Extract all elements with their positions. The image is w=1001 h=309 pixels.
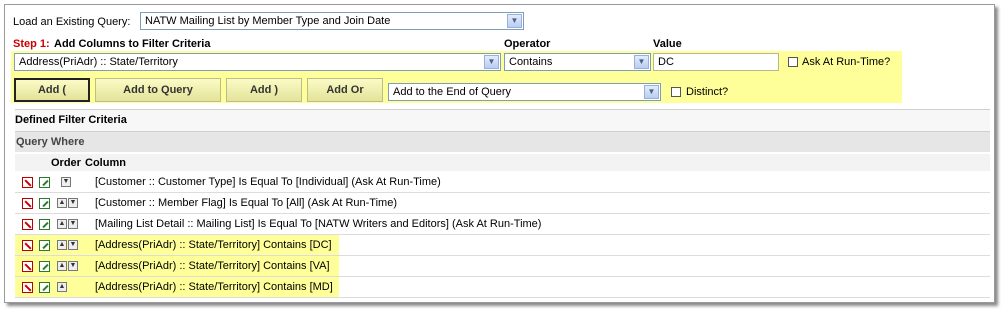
table-row: ▼ [Customer :: Customer Type] Is Equal To… <box>15 172 990 193</box>
move-up-icon[interactable]: ▲ <box>57 282 67 292</box>
edit-icon[interactable] <box>39 282 50 293</box>
column-select[interactable]: Address(PriAdr) :: State/Territory ▼ <box>14 53 501 71</box>
criteria-text: [Customer :: Customer Type] Is Equal To … <box>95 176 441 188</box>
delete-icon[interactable] <box>22 198 33 209</box>
column-header: Column <box>85 157 126 169</box>
edit-icon[interactable] <box>39 177 50 188</box>
ask-runtime-label: Ask At Run-Time? <box>802 56 891 68</box>
move-down-icon[interactable]: ▼ <box>68 240 78 250</box>
value-input[interactable]: DC <box>653 53 779 71</box>
table-row: ▲ ▼ [Address(PriAdr) :: State/Territory] C… <box>15 235 990 256</box>
move-down-icon[interactable]: ▼ <box>68 219 78 229</box>
column-select-value: Address(PriAdr) :: State/Territory <box>19 56 178 68</box>
load-query-select[interactable]: NATW Mailing List by Member Type and Joi… <box>140 12 524 30</box>
delete-icon[interactable] <box>22 240 33 251</box>
delete-icon[interactable] <box>22 282 33 293</box>
distinct-label: Distinct? <box>686 86 729 98</box>
delete-icon[interactable] <box>22 219 33 230</box>
operator-select[interactable]: Contains ▼ <box>504 53 651 71</box>
operator-header: Operator <box>504 38 551 50</box>
defined-criteria-title: Defined Filter Criteria <box>15 114 127 126</box>
move-down-icon[interactable]: ▼ <box>61 177 71 187</box>
add-or-button[interactable]: Add Or <box>307 78 383 102</box>
table-row: ▲ ▼ [Customer :: Member Flag] Is Equal To … <box>15 193 990 214</box>
distinct-checkbox[interactable] <box>671 87 681 97</box>
delete-icon[interactable] <box>22 177 33 188</box>
chevron-down-icon[interactable]: ▼ <box>644 85 659 99</box>
move-down-icon[interactable]: ▼ <box>68 198 78 208</box>
position-select[interactable]: Add to the End of Query ▼ <box>388 83 661 101</box>
move-down-icon[interactable]: ▼ <box>68 261 78 271</box>
move-up-icon[interactable]: ▲ <box>57 198 67 208</box>
chevron-down-icon[interactable]: ▼ <box>484 55 499 69</box>
move-up-icon[interactable]: ▲ <box>57 261 67 271</box>
criteria-text: [Address(PriAdr) :: State/Territory] Con… <box>95 239 332 251</box>
row-divider <box>15 297 990 298</box>
table-row: ▲ [Address(PriAdr) :: State/Territory] Co… <box>15 277 990 298</box>
order-header: Order <box>51 157 81 169</box>
defined-criteria-header: Defined Filter Criteria <box>15 109 990 132</box>
criteria-text: [Address(PriAdr) :: State/Territory] Con… <box>95 281 333 293</box>
delete-icon[interactable] <box>22 261 33 272</box>
criteria-text: [Address(PriAdr) :: State/Territory] Con… <box>95 260 330 272</box>
position-select-value: Add to the End of Query <box>393 86 512 98</box>
chevron-down-icon[interactable]: ▼ <box>634 55 649 69</box>
add-close-paren-button[interactable]: Add ) <box>226 78 302 102</box>
load-query-label: Load an Existing Query: <box>13 16 131 28</box>
edit-icon[interactable] <box>39 219 50 230</box>
query-builder-panel: Load an Existing Query: NATW Mailing Lis… <box>4 4 995 303</box>
chevron-down-icon[interactable]: ▼ <box>507 14 522 28</box>
criteria-column-header: Order Column <box>15 154 990 171</box>
criteria-text: [Mailing List Detail :: Mailing List] Is… <box>95 218 542 230</box>
step1-prefix: Step 1: <box>13 38 50 50</box>
value-input-text: DC <box>658 56 674 68</box>
move-up-icon[interactable]: ▲ <box>57 219 67 229</box>
step1-title: Add Columns to Filter Criteria <box>54 38 211 50</box>
table-row: ▲ ▼ [Address(PriAdr) :: State/Territory] C… <box>15 256 990 277</box>
operator-select-value: Contains <box>509 56 553 68</box>
add-open-paren-button[interactable]: Add ( <box>14 78 90 102</box>
table-row: ▲ ▼ [Mailing List Detail :: Mailing List] … <box>15 214 990 235</box>
criteria-text: [Customer :: Member Flag] Is Equal To [A… <box>95 197 397 209</box>
ask-runtime-checkbox[interactable] <box>788 57 798 67</box>
edit-icon[interactable] <box>39 261 50 272</box>
query-where-bar: Query Where <box>15 132 990 152</box>
move-up-icon[interactable]: ▲ <box>57 240 67 250</box>
edit-icon[interactable] <box>39 198 50 209</box>
add-to-query-button[interactable]: Add to Query <box>95 78 221 102</box>
query-where-label: Query Where <box>16 136 85 148</box>
value-header: Value <box>653 38 682 50</box>
load-query-value: NATW Mailing List by Member Type and Joi… <box>145 15 391 27</box>
edit-icon[interactable] <box>39 240 50 251</box>
